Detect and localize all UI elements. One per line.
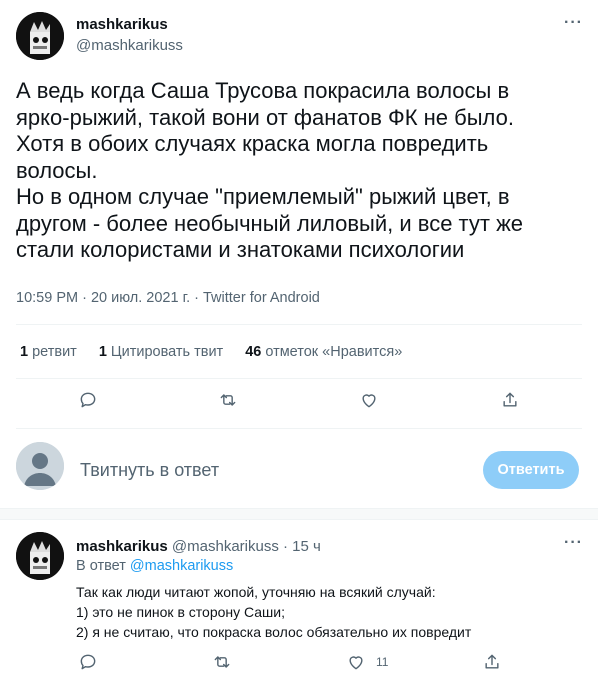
divider xyxy=(16,378,582,379)
tweet-stats: 1 ретвит 1 Цитировать твит 46 отметок «Нрав… xyxy=(20,344,424,360)
retweets-count: 1 xyxy=(20,344,29,360)
likes-stat[interactable]: 46 отметок «Нравится» xyxy=(245,344,402,360)
author-name[interactable]: mashkarikus xyxy=(76,16,168,33)
retweets-label: ретвит xyxy=(32,344,77,360)
separator-dot: · xyxy=(283,538,288,555)
divider xyxy=(16,428,582,429)
like-count: 11 xyxy=(376,655,389,669)
likes-count: 46 xyxy=(245,344,262,360)
like-icon[interactable] xyxy=(357,388,381,412)
retweet-icon[interactable] xyxy=(216,388,240,412)
avatar[interactable] xyxy=(16,12,64,60)
author-handle[interactable]: @mashkarikuss xyxy=(172,538,279,555)
reply-tweet-text: Так как люди читают жопой, уточняю на вс… xyxy=(76,584,472,640)
like-icon[interactable] xyxy=(344,650,368,674)
reply-to-prefix: В ответ xyxy=(76,558,126,574)
reply-tweet-header: mashkarikus @mashkarikuss · 15 ч xyxy=(76,538,321,555)
retweet-icon[interactable] xyxy=(210,650,234,674)
more-dots-icon[interactable]: ··· xyxy=(564,534,583,552)
reply-icon[interactable] xyxy=(76,388,100,412)
quotes-count: 1 xyxy=(98,344,107,360)
quotes-stat[interactable]: 1 Цитировать твит xyxy=(99,344,223,360)
quotes-label: Цитировать твит xyxy=(110,344,224,360)
divider xyxy=(16,324,582,325)
reply-to-link[interactable]: @mashkarikuss xyxy=(130,558,233,574)
default-avatar xyxy=(16,442,64,490)
share-icon[interactable] xyxy=(498,388,522,412)
more-dots-icon[interactable]: ··· xyxy=(564,14,583,32)
reply-button[interactable]: Ответить xyxy=(483,451,579,489)
tweet-text: А ведь когда Саша Трусова покрасила воло… xyxy=(16,78,524,262)
reply-time[interactable]: 15 ч xyxy=(292,538,321,555)
author-handle[interactable]: @mashkarikuss xyxy=(76,37,183,54)
avatar[interactable] xyxy=(16,532,64,580)
likes-label: отметок «Нравится» xyxy=(265,344,403,360)
reply-to-line: В ответ @mashkarikuss xyxy=(76,558,233,574)
share-icon[interactable] xyxy=(480,650,504,674)
reply-input[interactable]: Твитнуть в ответ xyxy=(80,460,219,481)
reply-icon[interactable] xyxy=(76,650,100,674)
section-separator xyxy=(0,508,598,520)
retweets-stat[interactable]: 1 ретвит xyxy=(20,344,77,360)
tweet-timestamp[interactable]: 10:59 PM · 20 июл. 2021 г. · Twitter for… xyxy=(16,290,320,306)
author-name[interactable]: mashkarikus xyxy=(76,538,168,555)
